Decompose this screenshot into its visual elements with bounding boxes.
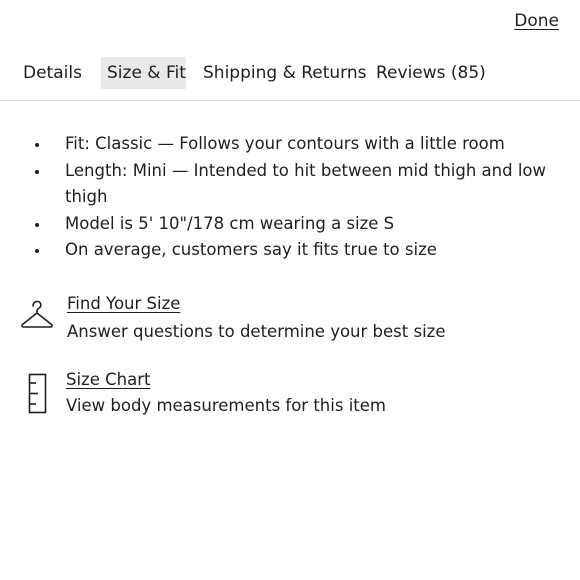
list-item: Model is 5' 10"/178 cm wearing a size S: [0, 211, 560, 238]
size-chart-description: View body measurements for this item: [66, 396, 386, 415]
tab-bar: Details Size & Fit Shipping & Returns Re…: [0, 57, 580, 101]
list-item: Length: Mini — Intended to hit between m…: [0, 158, 560, 211]
hanger-icon: [20, 300, 54, 336]
find-your-size-description: Answer questions to determine your best …: [67, 322, 446, 341]
done-button[interactable]: Done: [514, 11, 559, 31]
tab-reviews[interactable]: Reviews (85): [370, 57, 492, 89]
fit-details-list: Fit: Classic — Follows your contours wit…: [0, 131, 560, 264]
tab-details[interactable]: Details: [17, 57, 88, 89]
tab-shipping-and-returns[interactable]: Shipping & Returns: [197, 57, 373, 89]
list-item: On average, customers say it fits true t…: [0, 237, 560, 264]
size-chart-link[interactable]: Size Chart: [66, 370, 150, 389]
find-your-size-link[interactable]: Find Your Size: [67, 294, 180, 313]
tab-size-and-fit[interactable]: Size & Fit: [101, 57, 186, 89]
ruler-icon: [28, 373, 48, 419]
list-item: Fit: Classic — Follows your contours wit…: [0, 131, 560, 158]
